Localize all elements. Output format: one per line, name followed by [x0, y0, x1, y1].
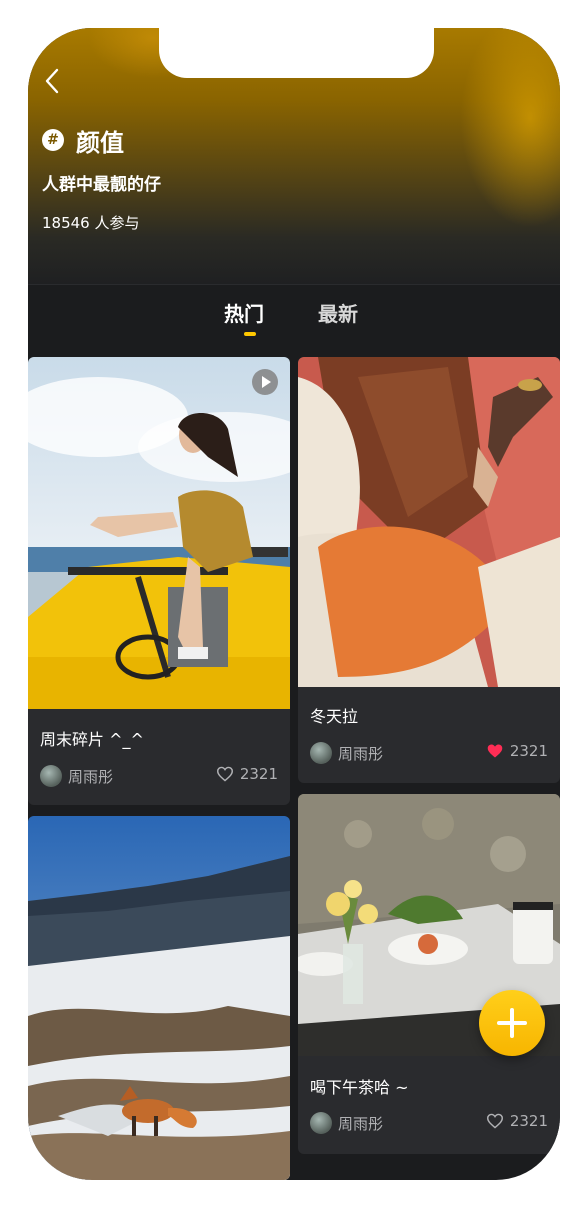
post-image: [298, 357, 560, 687]
hash-icon: #: [42, 129, 64, 151]
like-button[interactable]: 2321: [486, 742, 548, 760]
topic-subtitle: 人群中最靓的仔: [42, 175, 161, 195]
avatar: [310, 1112, 332, 1134]
like-button[interactable]: 2321: [216, 765, 278, 783]
participant-count: 18546 人参与: [42, 214, 140, 232]
heart-outline-icon: [486, 1113, 503, 1129]
post-image: [28, 816, 290, 1180]
tab-hot[interactable]: 热门: [224, 298, 264, 327]
like-button[interactable]: 2321: [486, 1112, 548, 1130]
post-card[interactable]: 喝下午茶哈 ~ 周雨彤 2321: [298, 794, 560, 1154]
post-author[interactable]: 周雨彤: [40, 765, 113, 787]
phone-screen: # 颜值 人群中最靓的仔 18546 人参与 热门 最新 周末碎片 ^_^ 周雨…: [28, 28, 560, 1180]
back-chevron-icon[interactable]: [40, 66, 64, 96]
post-image: [28, 357, 290, 709]
add-post-button[interactable]: [479, 990, 545, 1056]
post-author[interactable]: 周雨彤: [310, 1112, 383, 1134]
device-notch: [159, 28, 434, 78]
avatar: [310, 742, 332, 764]
post-card[interactable]: 周末碎片 ^_^ 周雨彤 2321: [28, 357, 290, 805]
post-title: 周末碎片 ^_^: [40, 730, 144, 749]
topic-title: 颜值: [76, 128, 124, 157]
avatar: [40, 765, 62, 787]
play-icon: [252, 369, 278, 395]
post-card[interactable]: 冬天拉 周雨彤 2321: [298, 357, 560, 783]
topic-title-row: # 颜值: [42, 124, 124, 157]
tab-latest[interactable]: 最新: [318, 298, 358, 327]
post-card[interactable]: [28, 816, 290, 1180]
heart-outline-icon: [216, 766, 233, 782]
post-title: 喝下午茶哈 ~: [310, 1078, 409, 1097]
heart-filled-icon: [487, 744, 503, 758]
active-tab-indicator: [244, 332, 256, 336]
divider: [28, 284, 560, 285]
post-title: 冬天拉: [310, 707, 359, 726]
post-author[interactable]: 周雨彤: [310, 742, 383, 764]
plus-icon: [497, 1008, 527, 1038]
